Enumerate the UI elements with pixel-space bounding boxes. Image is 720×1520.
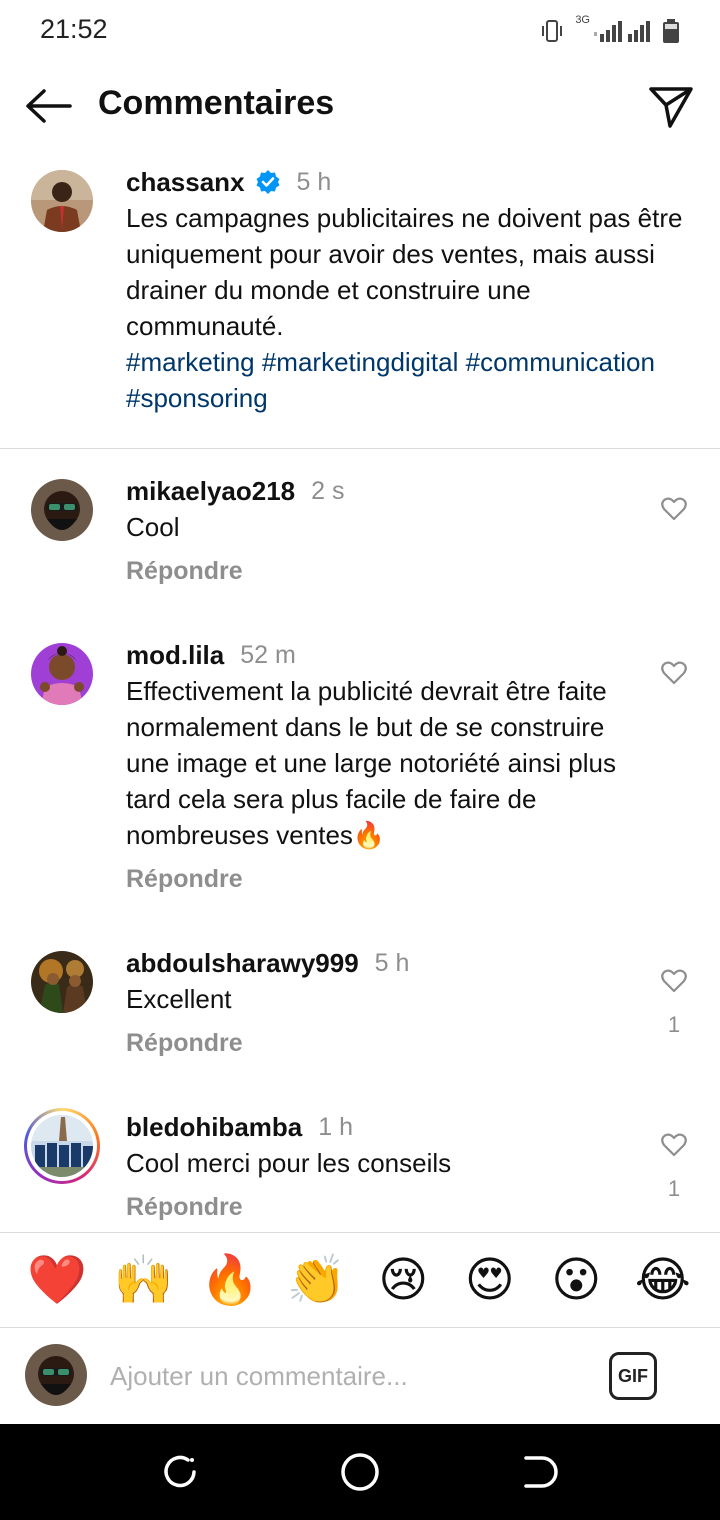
- comment-body: bledohibamba 1 h Cool merci pour les con…: [126, 1109, 636, 1225]
- avatar[interactable]: [31, 479, 93, 541]
- timestamp: 5 h: [374, 948, 410, 977]
- timestamp: 5 h: [296, 167, 332, 196]
- emoji-reaction-bar: ❤️ 🙌 🔥 👏 😢 😍 😮 😂: [0, 1232, 720, 1328]
- comment-text: Excellent: [126, 984, 232, 1014]
- signal-icon: [594, 21, 650, 42]
- heart-icon[interactable]: [661, 969, 687, 993]
- comment-body: mod.lila 52 m Effectivement la publicité…: [126, 637, 636, 897]
- like-count: 1: [667, 1012, 681, 1037]
- avatar-image: [31, 479, 93, 541]
- comment-input[interactable]: [110, 1356, 580, 1396]
- header: Commentaires: [0, 62, 720, 152]
- page-title: Commentaires: [98, 84, 335, 122]
- username[interactable]: bledohibamba: [126, 1112, 302, 1143]
- send-icon: [649, 87, 693, 128]
- reply-button[interactable]: Répondre: [126, 1189, 636, 1225]
- heart-icon[interactable]: [661, 497, 687, 521]
- caption-text: Les campagnes publicitaires ne doivent p…: [126, 203, 683, 341]
- recent-apps-icon[interactable]: [158, 1450, 202, 1494]
- like-column: [658, 497, 690, 526]
- system-nav-bar: [0, 1424, 720, 1520]
- back-button[interactable]: [22, 82, 74, 130]
- comment-text: Cool merci pour les conseils: [126, 1148, 452, 1178]
- verified-badge-icon: [256, 170, 280, 194]
- status-time: 21:52: [40, 14, 108, 44]
- avatar[interactable]: [31, 170, 93, 232]
- post-caption: chassanx 5 h Les campagnes publicitaires…: [0, 164, 720, 449]
- avatar-image: [31, 643, 93, 705]
- avatar[interactable]: [31, 643, 93, 705]
- like-column: [658, 661, 690, 690]
- username[interactable]: chassanx: [126, 167, 245, 198]
- username[interactable]: mod.lila: [126, 640, 224, 671]
- vibrate-icon: [542, 20, 563, 42]
- reply-button[interactable]: Répondre: [126, 1025, 636, 1061]
- emoji-surprised-button[interactable]: 😮: [544, 1252, 608, 1308]
- timestamp: 2 s: [311, 476, 345, 505]
- gif-button[interactable]: GIF: [609, 1352, 657, 1400]
- arrow-left-icon: [26, 89, 72, 123]
- battery-icon: [663, 19, 679, 43]
- network-type-label: 3G: [575, 14, 590, 26]
- emoji-sad-button[interactable]: 😢: [371, 1252, 435, 1308]
- timestamp: 1 h: [318, 1112, 354, 1141]
- comment-text: Cool: [126, 512, 180, 542]
- username[interactable]: mikaelyao218: [126, 476, 295, 507]
- back-nav-icon[interactable]: [518, 1450, 562, 1494]
- emoji-fire-button[interactable]: 🔥: [198, 1252, 262, 1308]
- emoji-heart-eyes-button[interactable]: 😍: [458, 1252, 522, 1308]
- like-column: 1: [658, 1133, 690, 1202]
- comment-item: mod.lila 52 m Effectivement la publicité…: [0, 637, 720, 917]
- avatar-image: [31, 1115, 93, 1177]
- username[interactable]: abdoulsharawy999: [126, 948, 359, 979]
- emoji-raising-hands-button[interactable]: 🙌: [112, 1252, 176, 1308]
- home-icon[interactable]: [338, 1450, 382, 1494]
- share-button[interactable]: [646, 82, 696, 132]
- emoji-clapping-button[interactable]: 👏: [285, 1252, 349, 1308]
- reply-button[interactable]: Répondre: [126, 553, 636, 589]
- status-icons: 3G: [539, 14, 680, 44]
- like-count: 1: [667, 1176, 681, 1201]
- timestamp: 52 m: [240, 640, 296, 669]
- comment-item: abdoulsharawy999 5 h Excellent Répondre …: [0, 945, 720, 1085]
- current-user-avatar[interactable]: [25, 1344, 87, 1406]
- hashtags[interactable]: #marketing #marketingdigital #communicat…: [126, 344, 686, 416]
- like-column: 1: [658, 969, 690, 1038]
- heart-icon[interactable]: [661, 1133, 687, 1157]
- comment-body: abdoulsharawy999 5 h Excellent Répondre: [126, 945, 636, 1061]
- comment-item: bledohibamba 1 h Cool merci pour les con…: [0, 1108, 720, 1229]
- comment-text: Effectivement la publicité devrait être …: [126, 676, 616, 850]
- avatar[interactable]: [31, 1115, 93, 1177]
- comment-input-bar: GIF: [0, 1328, 720, 1424]
- comment-item: mikaelyao218 2 s Cool Répondre: [0, 473, 720, 613]
- caption-body: chassanx 5 h Les campagnes publicitaires…: [126, 164, 686, 416]
- heart-icon[interactable]: [661, 661, 687, 685]
- avatar-image: [25, 1344, 87, 1406]
- comment-body: mikaelyao218 2 s Cool Répondre: [126, 473, 636, 589]
- emoji-laughing-button[interactable]: 😂: [631, 1252, 695, 1308]
- status-bar: 21:52 3G: [0, 0, 720, 62]
- avatar-image: [31, 951, 93, 1013]
- avatar-image: [31, 170, 93, 232]
- avatar[interactable]: [31, 951, 93, 1013]
- emoji-heart-button[interactable]: ❤️: [25, 1252, 89, 1308]
- reply-button[interactable]: Répondre: [126, 861, 636, 897]
